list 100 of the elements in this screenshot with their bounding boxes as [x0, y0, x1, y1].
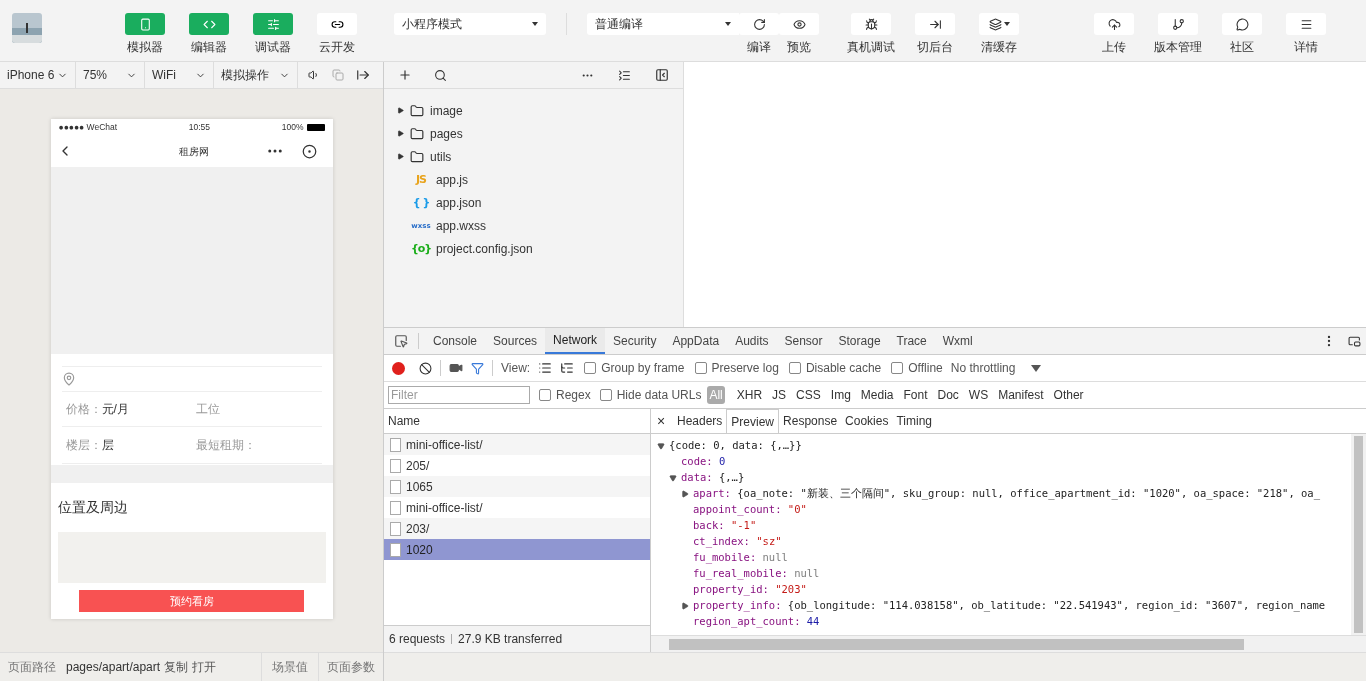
menu-icon — [1299, 17, 1313, 31]
open-link[interactable]: 打开 — [192, 658, 217, 676]
collapse-icon[interactable] — [618, 68, 631, 82]
search-icon[interactable] — [434, 68, 447, 82]
toolbar-action[interactable]: 真机调试 — [839, 13, 903, 56]
option-label: Regex — [556, 387, 591, 404]
view-toggle[interactable]: 模拟器 — [122, 13, 168, 56]
file-type-icon: { } — [410, 196, 432, 209]
record-icon[interactable] — [392, 361, 405, 375]
type-filter[interactable]: CSS — [794, 386, 823, 404]
devtools-tab[interactable]: Audits — [727, 328, 777, 354]
request-row[interactable]: 1065 — [384, 476, 650, 497]
detail-tab[interactable]: Response — [779, 409, 842, 433]
toolbar-action[interactable]: 清缓存 — [967, 13, 1031, 56]
simulator-dropdown[interactable]: iPhone 6 — [0, 62, 76, 88]
file-icon — [390, 458, 401, 473]
view-toggle[interactable]: 编辑器 — [186, 13, 232, 56]
file-type-icon: {o} — [410, 242, 432, 255]
detail-tab[interactable]: Preview — [726, 409, 780, 433]
dock-icon[interactable] — [1348, 334, 1361, 348]
page-params-button[interactable]: 页面参数 — [318, 653, 383, 681]
expand-arrow-icon[interactable] — [681, 490, 689, 498]
toolbar-action[interactable]: 切后台 — [903, 13, 967, 56]
vertical-scrollbar[interactable] — [1351, 434, 1366, 635]
file-icon — [390, 479, 401, 494]
type-filter[interactable]: Doc — [935, 386, 961, 404]
devtools-tab[interactable]: Storage — [830, 328, 889, 354]
checkbox[interactable] — [891, 362, 904, 374]
json-line: fu_real_mobile: null — [693, 566, 820, 582]
file-tree-item[interactable]: image — [384, 99, 683, 122]
json-line: appoint_count: "0" — [693, 502, 807, 518]
file-tree-item[interactable]: {o} project.config.json — [384, 237, 683, 260]
request-row[interactable]: 203/ — [384, 518, 650, 539]
detail-tab[interactable]: Timing — [892, 409, 936, 433]
expand-arrow-icon[interactable] — [397, 107, 404, 114]
type-filter[interactable]: Media — [858, 386, 896, 404]
type-filter[interactable]: Font — [901, 386, 930, 404]
refresh-icon — [752, 17, 766, 31]
waterfall-view-icon[interactable] — [560, 361, 575, 375]
hide-panel-icon[interactable] — [655, 68, 669, 82]
checkbox[interactable] — [584, 362, 597, 374]
type-filter[interactable]: Other — [1051, 386, 1086, 404]
simulator-dropdown[interactable]: 模拟操作 — [214, 62, 298, 88]
view-toggle[interactable]: 云开发 — [314, 13, 360, 56]
scene-value-button[interactable]: 场景值 — [261, 653, 318, 681]
close-button[interactable]: × — [655, 410, 667, 432]
checkbox[interactable] — [539, 389, 551, 401]
type-filter[interactable]: XHR — [734, 386, 765, 404]
clear-icon[interactable] — [419, 361, 432, 375]
page-title: 租房网 — [178, 144, 210, 159]
simulator-dropdown[interactable]: 75% — [76, 62, 145, 88]
throttling-select[interactable]: No throttling — [950, 359, 1042, 377]
devtools-tab[interactable]: Security — [605, 328, 665, 354]
detail-tab[interactable]: Cookies — [841, 409, 893, 433]
add-icon[interactable] — [398, 68, 412, 82]
option-label: Preserve log — [711, 360, 779, 377]
type-filter[interactable]: Manifest — [996, 386, 1046, 404]
checkbox[interactable] — [788, 362, 801, 374]
devtools-tab[interactable]: Wxml — [934, 328, 981, 354]
type-filter[interactable]: WS — [966, 386, 991, 404]
volume-icon[interactable] — [308, 69, 320, 81]
detach-icon[interactable] — [356, 68, 370, 82]
checkbox[interactable] — [599, 389, 612, 401]
file-tree-item[interactable]: JS app.js — [384, 168, 683, 191]
expand-arrow-icon[interactable] — [681, 602, 689, 610]
devtools-tab[interactable]: Console — [425, 328, 486, 354]
checkbox[interactable] — [694, 362, 707, 374]
detail-tab[interactable]: Headers — [673, 409, 727, 433]
target-icon[interactable] — [301, 143, 317, 159]
horizontal-scrollbar[interactable] — [651, 635, 1366, 652]
devtools-tab[interactable]: Network — [545, 328, 606, 354]
file-tree-item[interactable]: utils — [384, 145, 683, 168]
devtools-tab[interactable]: Sources — [485, 328, 546, 354]
devtools-tab[interactable]: Trace — [888, 328, 935, 354]
view-toggle[interactable]: 调试器 — [250, 13, 296, 56]
filter-icon[interactable] — [471, 361, 484, 375]
file-tree-item[interactable]: { } app.json — [384, 191, 683, 214]
copy-link[interactable]: 复制 — [164, 658, 189, 676]
devtools-tab[interactable]: AppData — [664, 328, 728, 354]
file-tree-item[interactable]: pages — [384, 122, 683, 145]
sliders-icon — [266, 17, 280, 31]
expand-arrow-icon[interactable] — [397, 153, 404, 160]
camera-icon[interactable] — [449, 361, 463, 375]
filter-field[interactable]: Filter — [388, 386, 530, 404]
collapse-arrow-icon[interactable] — [669, 474, 677, 482]
collapse-arrow-icon[interactable] — [657, 442, 665, 450]
type-filter[interactable]: JS — [770, 386, 789, 404]
expand-arrow-icon[interactable] — [397, 130, 404, 137]
devtools-tab[interactable]: Sensor — [776, 328, 831, 354]
list-view-icon[interactable] — [538, 361, 553, 375]
request-row[interactable]: mini-office-list/ — [384, 434, 650, 455]
eye-icon — [792, 17, 806, 31]
compile-select[interactable]: 普通编译 — [587, 13, 739, 35]
simulator-dropdown[interactable]: WiFi — [145, 62, 214, 88]
info-field: 工位 — [191, 400, 322, 418]
bug-icon — [864, 17, 878, 31]
mode-select[interactable]: 小程序模式 — [394, 13, 546, 35]
request-row[interactable]: 1020 — [384, 539, 650, 560]
inspect-icon[interactable] — [394, 334, 408, 348]
type-filter[interactable]: Img — [828, 386, 853, 404]
